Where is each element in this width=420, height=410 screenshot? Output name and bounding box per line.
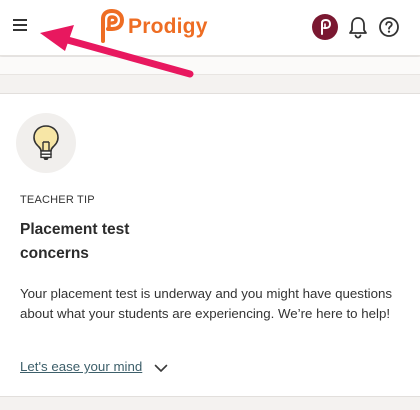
bell-icon[interactable]: [347, 15, 369, 39]
prodigy-logo-icon: [101, 9, 124, 43]
profile-avatar-icon[interactable]: [312, 14, 338, 40]
hamburger-menu-icon[interactable]: [12, 17, 30, 33]
brand-name: Prodigy: [128, 15, 208, 38]
prodigy-logo[interactable]: Prodigy: [96, 9, 207, 43]
lightbulb-icon: [33, 125, 59, 160]
lightbulb-badge: [16, 113, 76, 173]
chevron-down-icon[interactable]: [154, 364, 168, 373]
avatar-glyph: [321, 19, 331, 35]
card-body: Your placement test is underway and you …: [20, 286, 393, 321]
card-title: Placement test concerns: [20, 221, 130, 262]
sub-header-band: [0, 57, 420, 75]
top-nav-bar: Prodigy: [0, 0, 420, 56]
help-icon[interactable]: [378, 16, 400, 38]
teacher-tip-card: TEACHER TIP Placement test concerns Your…: [0, 93, 420, 397]
card-eyebrow: TEACHER TIP: [20, 194, 95, 206]
ease-your-mind-link[interactable]: Let's ease your mind: [20, 359, 142, 374]
